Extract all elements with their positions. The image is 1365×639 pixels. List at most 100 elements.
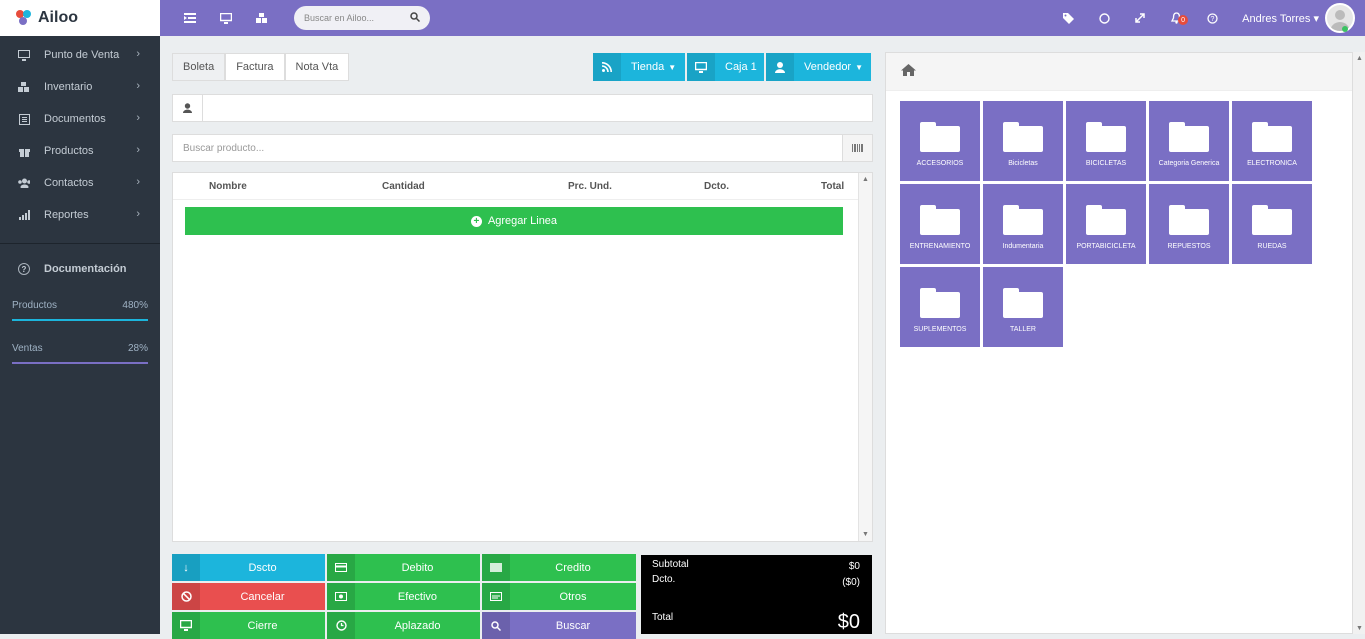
cancel-button[interactable]: Cancelar: [172, 583, 325, 610]
sidebar-item-documentos[interactable]: Documentos ›: [0, 103, 160, 135]
user-menu[interactable]: Andres Torres ▾: [1242, 12, 1319, 25]
search-icon: [482, 612, 510, 639]
chevron-right-icon: ›: [136, 208, 140, 220]
menu-toggle-icon[interactable]: [172, 13, 208, 23]
sidebar-item-punto-de-venta[interactable]: Punto de Venta ›: [0, 39, 160, 71]
category-tile[interactable]: ACCESORIOS: [900, 101, 980, 181]
category-tile[interactable]: RUEDAS: [1232, 184, 1312, 264]
category-tile[interactable]: PORTABICICLETA: [1066, 184, 1146, 264]
category-label: ELECTRONICA: [1247, 159, 1297, 167]
fullscreen-icon[interactable]: [1122, 13, 1158, 23]
sidebar-item-contactos[interactable]: Contactos ›: [0, 167, 160, 199]
folder-icon: [1252, 121, 1292, 152]
category-tile[interactable]: Indumentaria: [983, 184, 1063, 264]
tab-nota-vta[interactable]: Nota Vta: [284, 53, 350, 81]
chevron-right-icon: ›: [136, 80, 140, 92]
user-icon: [766, 53, 794, 81]
customer-field[interactable]: [172, 94, 873, 122]
bell-icon[interactable]: 0: [1158, 12, 1194, 25]
category-label: Categoria Generica: [1158, 159, 1220, 167]
boxes-icon[interactable]: [244, 12, 280, 24]
topbar: Buscar en Ailoo... 0 ? Andres Torres ▾: [160, 0, 1365, 36]
caret-down-icon: ▼: [668, 62, 677, 72]
product-search-input[interactable]: Buscar producto...: [172, 134, 873, 162]
category-tile[interactable]: ENTRENAMIENTO: [900, 184, 980, 264]
sidebar-item-label: Reportes: [44, 209, 89, 221]
folder-icon: [1003, 204, 1043, 235]
tag-icon[interactable]: [1050, 12, 1086, 24]
brand[interactable]: Ailoo: [0, 0, 160, 36]
seller-label: Vendedor: [804, 61, 852, 73]
cash-button[interactable]: Efectivo: [327, 583, 480, 610]
table-scrollbar[interactable]: ▲ ▼: [858, 173, 872, 541]
button-label: Aplazado: [394, 619, 441, 632]
button-label: Dscto: [248, 561, 277, 574]
category-tile[interactable]: Bicicletas: [983, 101, 1063, 181]
scroll-up-icon[interactable]: ▲: [862, 176, 869, 183]
sidebar-item-productos[interactable]: Productos ›: [0, 135, 160, 167]
other-payment-button[interactable]: Otros: [482, 583, 636, 610]
folder-icon: [1003, 287, 1043, 318]
search-input[interactable]: Buscar en Ailoo...: [294, 6, 430, 30]
tab-factura[interactable]: Factura: [225, 53, 285, 81]
folder-icon: [1169, 121, 1209, 152]
credit-button[interactable]: Credito: [482, 554, 636, 581]
discount-button[interactable]: ↓ Dscto: [172, 554, 325, 581]
category-tile[interactable]: ELECTRONICA: [1232, 101, 1312, 181]
sidebar-item-documentacion[interactable]: ? Documentación: [0, 244, 160, 294]
sidebar-item-reportes[interactable]: Reportes ›: [0, 199, 160, 231]
chevron-right-icon: ›: [136, 176, 140, 188]
store-dropdown[interactable]: Tienda ▼: [593, 53, 685, 81]
column-header: Prc. Und.: [568, 180, 612, 192]
button-label: Cierre: [247, 619, 278, 632]
seller-dropdown[interactable]: Vendedor ▼: [766, 53, 871, 81]
sidebar: Ailoo Punto de Venta › Inventario › Docu…: [0, 0, 160, 634]
folder-icon: [1252, 204, 1292, 235]
chevron-right-icon: ›: [136, 48, 140, 60]
button-label: Otros: [559, 590, 587, 603]
avatar[interactable]: [1325, 3, 1355, 33]
category-tile[interactable]: SUPLEMENTOS: [900, 267, 980, 347]
search-sale-button[interactable]: Buscar: [482, 612, 636, 639]
button-label: Buscar: [555, 619, 591, 632]
store-label: Tienda: [631, 61, 665, 73]
category-label: ENTRENAMIENTO: [909, 242, 971, 250]
debit-button[interactable]: Debito: [327, 554, 480, 581]
whatsapp-icon[interactable]: [1086, 12, 1122, 24]
monitor-icon[interactable]: [208, 12, 244, 24]
total-value: $0: [837, 611, 860, 633]
scroll-down-icon[interactable]: ▼: [862, 531, 869, 538]
close-register-button[interactable]: Cierre: [172, 612, 325, 639]
category-label: PORTABICICLETA: [1076, 242, 1136, 250]
category-label: RUEDAS: [1257, 242, 1287, 250]
stat-bar: [12, 362, 148, 364]
column-header: Dcto.: [704, 180, 729, 192]
money-icon: [327, 583, 355, 610]
button-label: Debito: [401, 561, 434, 574]
help-icon: ?: [18, 263, 30, 275]
category-tile[interactable]: REPUESTOS: [1149, 184, 1229, 264]
home-icon[interactable]: [900, 63, 917, 80]
user-name: Andres Torres: [1242, 12, 1311, 25]
list-icon: [18, 113, 30, 125]
sidebar-item-label: Punto de Venta: [44, 49, 120, 61]
scroll-up-icon[interactable]: ▲: [1356, 55, 1363, 62]
defer-button[interactable]: Aplazado: [327, 612, 480, 639]
category-tile[interactable]: BICICLETAS: [1066, 101, 1146, 181]
category-tile[interactable]: TALLER: [983, 267, 1063, 347]
sidebar-item-inventario[interactable]: Inventario ›: [0, 71, 160, 103]
category-tile[interactable]: Categoria Generica: [1149, 101, 1229, 181]
category-label: Bicicletas: [1008, 159, 1038, 167]
card-icon: [482, 583, 510, 610]
page-scrollbar[interactable]: ▲ ▼: [1353, 52, 1365, 634]
ban-icon: [172, 583, 200, 610]
add-line-button[interactable]: + Agregar Linea: [185, 207, 843, 235]
help-icon[interactable]: ?: [1194, 12, 1230, 24]
register-button[interactable]: Caja 1: [687, 53, 764, 81]
notification-badge: 0: [1178, 15, 1189, 25]
button-label: Efectivo: [397, 590, 438, 603]
scroll-down-icon[interactable]: ▼: [1356, 625, 1363, 632]
barcode-icon[interactable]: [842, 135, 872, 161]
stat-label: Ventas: [12, 343, 43, 354]
tab-boleta[interactable]: Boleta: [172, 53, 226, 81]
